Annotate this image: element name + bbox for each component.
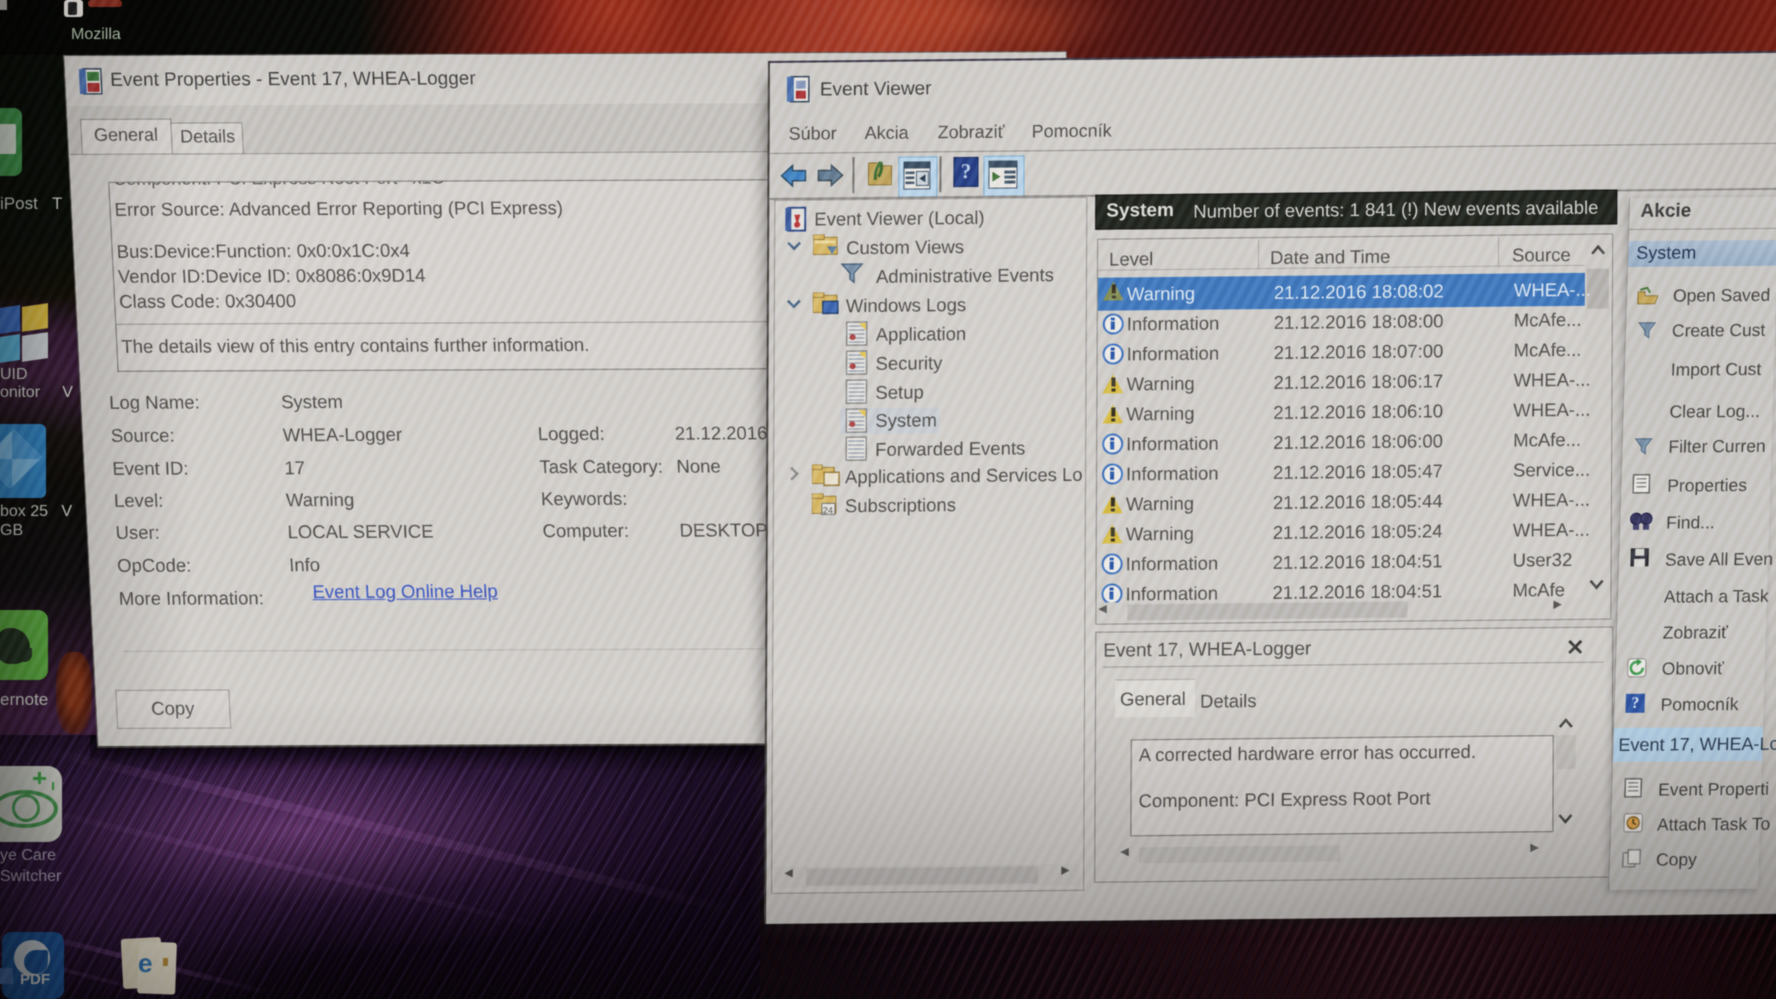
svg-text:24: 24 xyxy=(823,505,833,515)
